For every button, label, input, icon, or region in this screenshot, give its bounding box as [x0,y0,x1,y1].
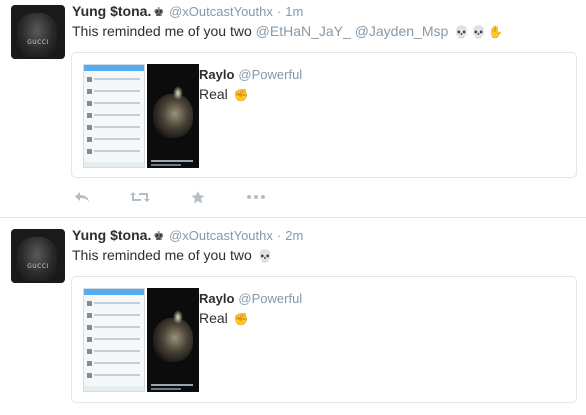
quoted-tweet-card[interactable]: Raylo @Powerful Real ✊ [71,276,577,403]
screenshot-photo [147,64,199,168]
tweet-actions [72,190,266,204]
author-handle[interactable]: @xOutcastYouthx [169,4,273,19]
crown-icon: ♚ [153,5,165,19]
card-text: Real ✊ [199,310,249,326]
tweet[interactable]: GUCCI Yung $tona. ♚ @xOutcastYouthx · 2m… [0,217,586,415]
author-handle[interactable]: @xOutcastYouthx [169,228,273,243]
favorite-icon[interactable] [188,190,208,204]
card-header: Raylo @Powerful [199,291,302,306]
separator-dot: · [276,4,282,19]
timestamp[interactable]: 1m [285,4,303,19]
raised-hand-emoji-icon: ✋ [488,25,504,39]
tweet-header: Yung $tona. ♚ @xOutcastYouthx · 2m [72,227,303,245]
tweet-body: This reminded me of you two [72,23,256,39]
tweet-header: Yung $tona. ♚ @xOutcastYouthx · 1m [72,3,303,21]
card-thumbnail[interactable] [83,288,203,392]
card-thumbnail[interactable] [83,64,203,168]
tweet-text: This reminded me of you two 💀 [72,247,273,263]
screenshot-photo [147,288,199,392]
raised-fist-emoji-icon: ✊ [233,312,249,326]
author-name[interactable]: Yung $tona. [72,227,151,243]
retweet-icon[interactable] [130,190,150,204]
mention-link[interactable]: @Jayden_Msp [355,23,449,39]
mention-link[interactable]: @EtHaN_JaY_ [256,23,351,39]
reply-icon[interactable] [72,190,92,204]
card-header: Raylo @Powerful [199,67,302,82]
card-author-name[interactable]: Raylo [199,67,234,82]
card-body: Real [199,310,232,326]
crown-icon: ♚ [153,229,165,243]
timestamp[interactable]: 2m [285,228,303,243]
card-text: Real ✊ [199,86,249,102]
avatar-image [17,13,57,57]
separator-dot: · [276,228,282,243]
avatar[interactable]: GUCCI [11,229,65,283]
tweet-body: This reminded me of you two [72,247,256,263]
avatar-image [17,237,57,281]
author-name[interactable]: Yung $tona. [72,3,151,19]
tweet-text: This reminded me of you two @EtHaN_JaY_ … [72,23,503,39]
card-author-name[interactable]: Raylo [199,291,234,306]
skull-emoji-icon: 💀 [257,249,273,263]
card-body: Real [199,86,232,102]
card-author-handle[interactable]: @Powerful [238,291,302,306]
card-author-handle[interactable]: @Powerful [238,67,302,82]
quoted-tweet-card[interactable]: Raylo @Powerful Real ✊ [71,52,577,178]
screenshot-timeline [83,288,145,392]
raised-fist-emoji-icon: ✊ [233,88,249,102]
more-icon[interactable] [246,190,266,204]
avatar[interactable]: GUCCI [11,5,65,59]
avatar-logo-text: GUCCI [27,39,49,46]
skull-emoji-icon: 💀 [471,25,487,39]
skull-emoji-icon: 💀 [454,25,470,39]
tweet[interactable]: GUCCI Yung $tona. ♚ @xOutcastYouthx · 1m… [0,0,586,217]
avatar-logo-text: GUCCI [27,263,49,270]
screenshot-timeline [83,64,145,168]
